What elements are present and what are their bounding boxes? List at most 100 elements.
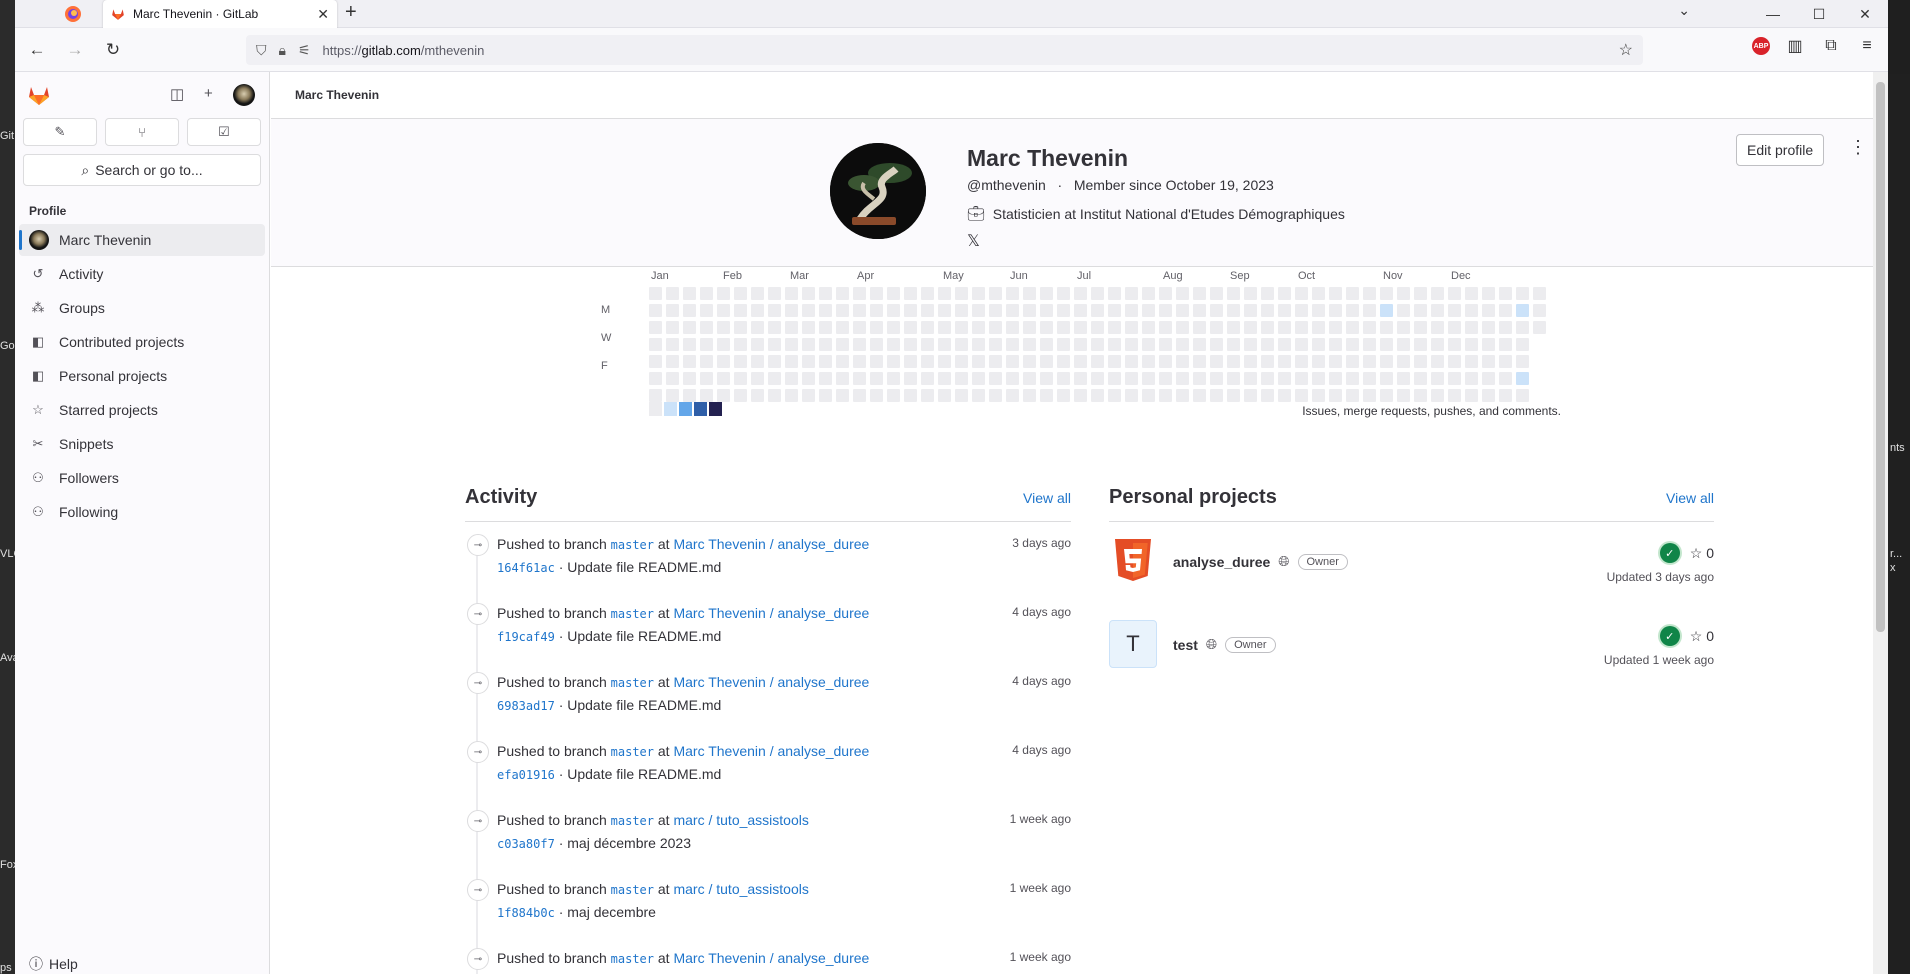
calendar-day-cell[interactable] <box>1006 389 1019 402</box>
calendar-day-cell[interactable] <box>955 355 968 368</box>
calendar-day-cell[interactable] <box>1482 287 1495 300</box>
calendar-day-cell[interactable] <box>768 389 781 402</box>
calendar-day-cell[interactable] <box>785 321 798 334</box>
calendar-day-cell[interactable] <box>666 287 679 300</box>
calendar-day-cell[interactable] <box>1346 304 1359 317</box>
calendar-day-cell[interactable] <box>1210 372 1223 385</box>
sidebar-item-personal-projects[interactable]: ◧ Personal projects <box>19 360 265 392</box>
calendar-day-cell[interactable] <box>1414 321 1427 334</box>
calendar-day-cell[interactable] <box>1261 321 1274 334</box>
calendar-day-cell[interactable] <box>1091 338 1104 351</box>
gitlab-logo-icon[interactable] <box>27 83 51 107</box>
calendar-day-cell[interactable] <box>1244 287 1257 300</box>
calendar-day-cell[interactable] <box>921 355 934 368</box>
calendar-day-cell[interactable] <box>1346 389 1359 402</box>
calendar-day-cell[interactable] <box>717 304 730 317</box>
calendar-day-cell[interactable] <box>1397 304 1410 317</box>
calendar-day-cell[interactable] <box>1295 372 1308 385</box>
calendar-day-cell[interactable] <box>1057 321 1070 334</box>
search-button[interactable]: ⌕ Search or go to... <box>23 154 261 186</box>
calendar-day-cell[interactable] <box>1431 338 1444 351</box>
calendar-day-cell[interactable] <box>1142 389 1155 402</box>
calendar-day-cell[interactable] <box>1176 355 1189 368</box>
calendar-day-cell[interactable] <box>1074 304 1087 317</box>
calendar-day-cell[interactable] <box>819 338 832 351</box>
calendar-day-cell[interactable] <box>887 321 900 334</box>
calendar-day-cell[interactable] <box>1278 287 1291 300</box>
calendar-day-cell[interactable] <box>1380 287 1393 300</box>
calendar-day-cell[interactable] <box>1176 389 1189 402</box>
calendar-day-cell[interactable] <box>802 287 815 300</box>
calendar-day-cell[interactable] <box>1312 287 1325 300</box>
scrollbar-thumb[interactable] <box>1876 82 1885 632</box>
reload-icon[interactable]: ↻ <box>97 34 129 66</box>
calendar-day-cell[interactable] <box>1397 287 1410 300</box>
sidebar-item-snippets[interactable]: ✂ Snippets <box>19 428 265 460</box>
calendar-day-cell[interactable] <box>904 389 917 402</box>
calendar-day-cell[interactable] <box>1431 372 1444 385</box>
calendar-day-cell[interactable] <box>1261 355 1274 368</box>
calendar-day-cell[interactable] <box>938 389 951 402</box>
bookmark-star-icon[interactable]: ☆ <box>1619 40 1633 60</box>
calendar-day-cell[interactable] <box>1159 372 1172 385</box>
calendar-day-cell[interactable] <box>1448 372 1461 385</box>
calendar-day-cell[interactable] <box>1057 389 1070 402</box>
calendar-day-cell[interactable] <box>1023 304 1036 317</box>
calendar-day-cell[interactable] <box>1363 321 1376 334</box>
calendar-day-cell[interactable] <box>819 389 832 402</box>
calendar-day-cell[interactable] <box>1431 287 1444 300</box>
calendar-day-cell[interactable] <box>870 355 883 368</box>
calendar-day-cell[interactable] <box>989 321 1002 334</box>
calendar-day-cell[interactable] <box>768 287 781 300</box>
back-icon[interactable]: ← <box>21 34 53 66</box>
todos-button[interactable]: ☑ <box>187 118 261 146</box>
calendar-day-cell[interactable] <box>785 304 798 317</box>
calendar-day-cell[interactable] <box>1278 338 1291 351</box>
calendar-day-cell[interactable] <box>1329 287 1342 300</box>
calendar-day-cell[interactable] <box>1278 304 1291 317</box>
calendar-day-cell[interactable] <box>904 372 917 385</box>
project-link[interactable]: Marc Thevenin / analyse_duree <box>673 605 869 621</box>
calendar-day-cell[interactable] <box>853 287 866 300</box>
calendar-day-cell[interactable] <box>1329 389 1342 402</box>
calendar-day-cell[interactable] <box>1363 304 1376 317</box>
sidebar-item-activity[interactable]: ↺ Activity <box>19 258 265 290</box>
permissions-icon[interactable]: ⚟ <box>298 42 311 59</box>
calendar-day-cell[interactable] <box>921 287 934 300</box>
calendar-day-cell[interactable] <box>1091 355 1104 368</box>
edit-profile-button[interactable]: Edit profile <box>1736 134 1825 166</box>
calendar-day-cell[interactable] <box>1040 389 1053 402</box>
calendar-day-cell[interactable] <box>1142 304 1155 317</box>
projects-view-all-link[interactable]: View all <box>1666 490 1714 506</box>
calendar-day-cell[interactable] <box>1040 372 1053 385</box>
calendar-day-cell[interactable] <box>1465 304 1478 317</box>
calendar-day-cell[interactable] <box>819 355 832 368</box>
project-name[interactable]: test 🌐︎ Owner <box>1173 636 1276 653</box>
calendar-day-cell[interactable] <box>683 372 696 385</box>
calendar-day-cell[interactable] <box>1193 287 1206 300</box>
calendar-day-cell[interactable] <box>683 389 696 402</box>
calendar-day-cell[interactable] <box>1159 287 1172 300</box>
calendar-day-cell[interactable] <box>972 355 985 368</box>
calendar-day-cell[interactable] <box>1261 389 1274 402</box>
breadcrumb[interactable]: Marc Thevenin <box>271 72 1873 119</box>
calendar-day-cell[interactable] <box>1516 372 1529 385</box>
calendar-day-cell[interactable] <box>1193 355 1206 368</box>
calendar-day-cell[interactable] <box>1414 338 1427 351</box>
calendar-day-cell[interactable] <box>887 389 900 402</box>
calendar-day-cell[interactable] <box>1006 304 1019 317</box>
commit-sha-link[interactable]: 6983ad17 <box>497 699 555 713</box>
calendar-day-cell[interactable] <box>802 355 815 368</box>
project-name-text[interactable]: analyse_duree <box>1173 554 1270 570</box>
calendar-day-cell[interactable] <box>1499 355 1512 368</box>
pipeline-passed-icon[interactable]: ✓ <box>1659 543 1680 563</box>
calendar-day-cell[interactable] <box>1193 389 1206 402</box>
new-tab-icon[interactable]: + <box>345 1 357 24</box>
calendar-day-cell[interactable] <box>989 338 1002 351</box>
sidebar-item-starred-projects[interactable]: ☆ Starred projects <box>19 394 265 426</box>
user-avatar[interactable] <box>233 84 255 106</box>
commit-sha-link[interactable]: f19caf49 <box>497 630 555 644</box>
calendar-day-cell[interactable] <box>1210 287 1223 300</box>
calendar-day-cell[interactable] <box>734 304 747 317</box>
calendar-day-cell[interactable] <box>1363 287 1376 300</box>
